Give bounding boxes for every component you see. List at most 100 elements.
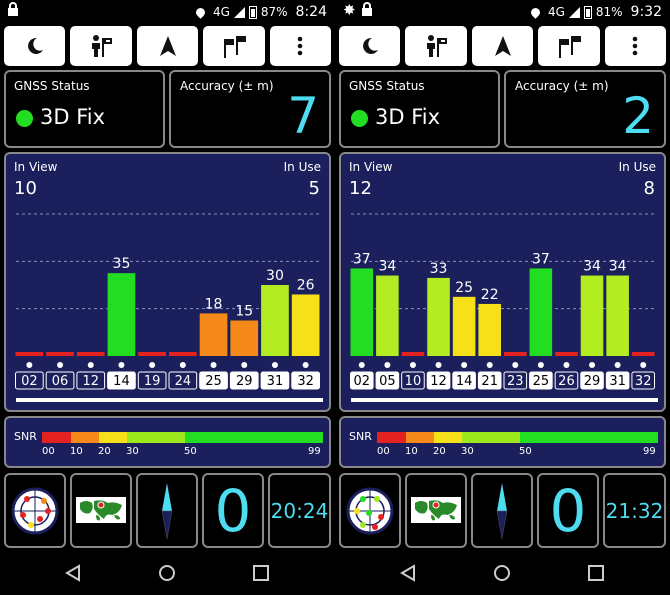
flags-button[interactable] bbox=[203, 26, 265, 66]
radar-tile[interactable] bbox=[4, 473, 66, 548]
snr-tick: 00 bbox=[377, 446, 390, 457]
satellite-dot bbox=[512, 362, 519, 368]
status-bar: ✸ 4G 81% 9:32 bbox=[335, 0, 670, 24]
snr-tick: 20 bbox=[98, 446, 111, 457]
snr-bar bbox=[261, 285, 289, 356]
prn-label: 29 bbox=[236, 374, 253, 389]
snr-bar-chart: 02 06 12 35 14 19 24 18 25 15 29 30 31 26 32 bbox=[15, 213, 320, 390]
satellite-dot bbox=[589, 362, 596, 368]
fix-status-text: 3D Fix bbox=[375, 105, 441, 129]
snr-scale-yellowgreen bbox=[127, 432, 185, 443]
in-use-value: 5 bbox=[308, 178, 320, 199]
recents-icon[interactable] bbox=[587, 564, 605, 582]
snr-scale-red bbox=[377, 432, 406, 443]
satellite-dot bbox=[384, 362, 391, 368]
time-value: 21:32 bbox=[605, 499, 664, 523]
bottom-tiles: 0 21:32 bbox=[339, 473, 666, 548]
network-type: 4G bbox=[547, 5, 565, 19]
snr-bar bbox=[427, 277, 450, 356]
location-icon bbox=[529, 5, 542, 19]
overflow-menu-button[interactable] bbox=[604, 26, 667, 66]
battery-icon bbox=[583, 5, 592, 19]
recents-icon[interactable] bbox=[252, 564, 270, 582]
snr-scale-orange bbox=[406, 432, 434, 443]
snr-tick: 99 bbox=[643, 446, 656, 457]
satellite-dot bbox=[486, 362, 493, 368]
snr-bar bbox=[376, 275, 399, 356]
person-flag-button[interactable] bbox=[70, 26, 132, 66]
navigation-arrow-icon bbox=[494, 36, 511, 56]
in-use-label: In Use bbox=[618, 160, 656, 174]
prn-label: 14 bbox=[456, 374, 473, 389]
person-flag-icon bbox=[92, 35, 113, 57]
person-flag-button[interactable] bbox=[405, 26, 467, 66]
gnss-status-tile: GNSS Status 3D Fix bbox=[339, 70, 500, 148]
prn-label: 23 bbox=[507, 374, 524, 389]
time-tile[interactable]: 21:32 bbox=[603, 473, 666, 548]
snr-bar bbox=[230, 320, 259, 356]
snr-tick: 99 bbox=[308, 446, 321, 457]
prn-label: 06 bbox=[52, 374, 69, 389]
snr-color-scale bbox=[42, 432, 323, 443]
compass-tile[interactable] bbox=[471, 473, 533, 548]
snr-scale-red bbox=[42, 432, 71, 443]
fix-indicator-dot bbox=[16, 110, 33, 127]
satellite-dot bbox=[461, 362, 468, 368]
back-icon[interactable] bbox=[399, 564, 417, 582]
signal-icon bbox=[233, 6, 245, 18]
accuracy-label: Accuracy (± m) bbox=[180, 79, 274, 93]
overflow-menu-button[interactable] bbox=[269, 26, 332, 66]
radar-tile[interactable] bbox=[339, 473, 401, 548]
satellites-in-view-tile: 02 06 12 35 14 19 24 18 25 15 29 30 31 26 32 In View I… bbox=[4, 152, 331, 412]
flags-button[interactable] bbox=[538, 26, 600, 66]
night-mode-icon bbox=[27, 37, 43, 54]
prn-label: 26 bbox=[558, 374, 575, 389]
satellite-dot bbox=[210, 362, 217, 368]
snr-bar bbox=[504, 352, 527, 356]
snr-bar bbox=[138, 352, 166, 356]
snr-bar bbox=[580, 275, 604, 356]
back-icon[interactable] bbox=[64, 564, 82, 582]
overflow-menu-icon bbox=[298, 36, 303, 56]
snr-bar bbox=[529, 268, 553, 356]
bottom-tiles: 0 20:24 bbox=[4, 473, 331, 548]
phone-screen-left: 4G 87% 8:24 GNSS Status 3D Fix Accuracy … bbox=[0, 0, 335, 595]
snr-bar-chart: 37 02 34 05 10 33 12 25 14 22 21 23 37 25 26 34 29 34 31 32 bbox=[350, 213, 655, 390]
time-tile[interactable]: 20:24 bbox=[268, 473, 331, 548]
compass-tile[interactable] bbox=[136, 473, 198, 548]
in-use-label: In Use bbox=[283, 160, 321, 174]
satellite-dot bbox=[302, 362, 309, 368]
night-mode-button[interactable] bbox=[339, 26, 401, 66]
snr-tick: 30 bbox=[126, 446, 139, 457]
home-icon[interactable] bbox=[493, 564, 511, 582]
zero-value-tile[interactable]: 0 bbox=[537, 473, 599, 548]
world-map-icon bbox=[76, 497, 126, 523]
world-map-tile[interactable] bbox=[405, 473, 467, 548]
fix-indicator-dot bbox=[351, 110, 368, 127]
in-view-value: 10 bbox=[14, 178, 37, 199]
toolbar bbox=[4, 26, 332, 66]
prn-label: 19 bbox=[144, 374, 161, 389]
satellite-dot bbox=[537, 362, 544, 368]
snr-color-scale bbox=[377, 432, 658, 443]
satellite-dot bbox=[26, 362, 33, 368]
network-type: 4G bbox=[212, 5, 230, 19]
night-mode-button[interactable] bbox=[4, 26, 66, 66]
brightness-icon: ✸ bbox=[343, 1, 356, 19]
gnss-status-label: GNSS Status bbox=[14, 79, 90, 93]
navigation-button[interactable] bbox=[471, 26, 534, 66]
snr-bar bbox=[169, 352, 197, 356]
battery-percent: 81% bbox=[595, 5, 623, 19]
snr-bar bbox=[478, 303, 501, 356]
snr-bar bbox=[350, 268, 374, 356]
satellite-dot bbox=[118, 362, 125, 368]
signal-icon bbox=[568, 6, 580, 18]
zero-value: 0 bbox=[549, 477, 587, 545]
home-icon[interactable] bbox=[158, 564, 176, 582]
zero-value-tile[interactable]: 0 bbox=[202, 473, 264, 548]
radar-icon bbox=[346, 487, 394, 535]
chart-bottom-line bbox=[16, 398, 323, 402]
bar-value-label: 37 bbox=[532, 251, 550, 267]
world-map-tile[interactable] bbox=[70, 473, 132, 548]
navigation-button[interactable] bbox=[136, 26, 199, 66]
